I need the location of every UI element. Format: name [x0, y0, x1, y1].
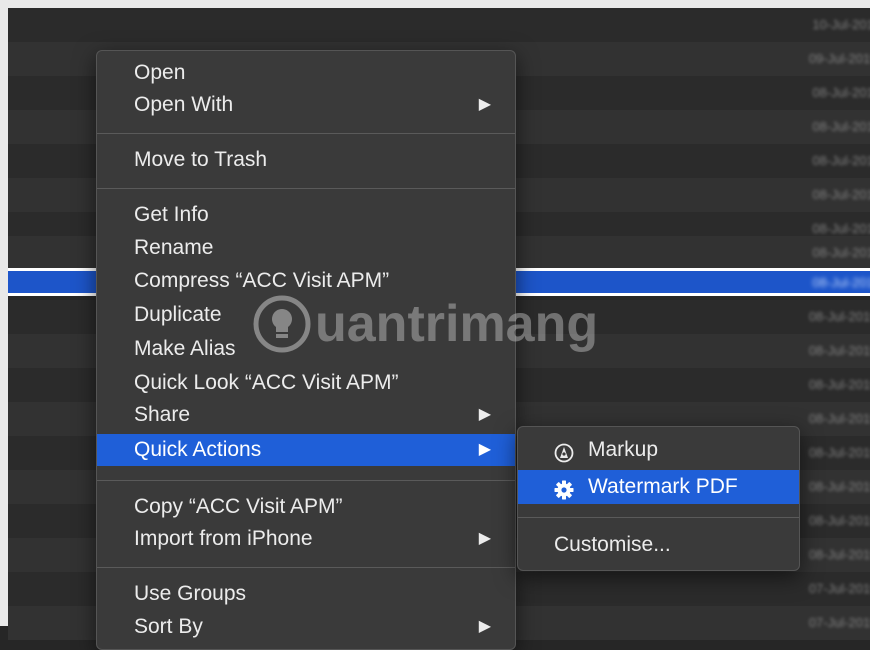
date-modified: 07-Jul-2019 at 21: [808, 581, 870, 596]
menu-item-label: Move to Trash: [134, 148, 268, 171]
submenu-item-label: Customise...: [554, 533, 671, 556]
date-modified: 07-Jul-2019 at 21: [808, 615, 870, 630]
date-modified: 08-Jul-2019 at 5:: [812, 221, 870, 236]
window-left-edge: [0, 0, 8, 626]
menu-item-label: Quick Actions: [134, 438, 262, 461]
chevron-right-icon: ▶: [478, 530, 491, 547]
menu-item-make-alias[interactable]: Make Alias: [97, 333, 515, 365]
chevron-right-icon: ▶: [478, 406, 491, 423]
menu-item-label: Make Alias: [134, 337, 236, 360]
chevron-right-icon: ▶: [478, 441, 491, 458]
menu-item-label: Quick Look “ACC Visit APM”: [134, 371, 399, 394]
date-modified: 08-Jul-2019 at 10: [808, 513, 870, 528]
submenu-item-label: Watermark PDF: [588, 475, 738, 498]
date-modified: 08-Jul-2019 at 5:: [812, 153, 870, 168]
menu-item-get-info[interactable]: Get Info: [97, 199, 515, 231]
menu-separator: [97, 188, 515, 189]
quick-actions-submenu: Markup Watermark PDF Customise...: [517, 426, 800, 571]
date-modified: 08-Jul-2019 at 12: [808, 377, 870, 392]
date-modified: 08-Jul-2019 at 12: [808, 309, 870, 324]
date-modified: 08-Jul-2019 at 7:: [812, 275, 870, 290]
menu-item-label: Import from iPhone: [134, 527, 313, 550]
date-modified: 08-Jul-2019 at 12: [808, 479, 870, 494]
file-row[interactable]: 10-Jul-2019 at 4:: [8, 8, 870, 42]
window-top-edge: [0, 0, 870, 8]
menu-item-open-with[interactable]: Open With ▶: [97, 89, 515, 121]
gear-icon: [554, 477, 574, 500]
menu-item-quick-look[interactable]: Quick Look “ACC Visit APM”: [97, 367, 515, 399]
context-menu: Open Open With ▶ Move to Trash Get Info R…: [96, 50, 516, 650]
menu-item-label: Rename: [134, 236, 214, 259]
menu-item-label: Compress “ACC Visit APM”: [134, 269, 390, 292]
date-modified: 08-Jul-2019 at 8:: [812, 119, 870, 134]
date-modified: 08-Jul-2019 at 10: [808, 547, 870, 562]
submenu-item-markup[interactable]: Markup: [518, 433, 799, 467]
date-modified: 08-Jul-2019 at 12: [808, 411, 870, 426]
menu-item-move-to-trash[interactable]: Move to Trash: [97, 144, 515, 176]
chevron-right-icon: ▶: [478, 618, 491, 635]
date-modified: 10-Jul-2019 at 4:: [812, 17, 870, 32]
submenu-item-watermark-pdf[interactable]: Watermark PDF: [518, 470, 799, 504]
menu-item-quick-actions[interactable]: Quick Actions ▶: [97, 434, 515, 466]
menu-separator: [97, 133, 515, 134]
chevron-right-icon: ▶: [478, 96, 491, 113]
menu-item-share[interactable]: Share ▶: [97, 399, 515, 431]
menu-item-compress[interactable]: Compress “ACC Visit APM”: [97, 265, 515, 297]
menu-item-rename[interactable]: Rename: [97, 232, 515, 264]
menu-separator: [518, 517, 799, 518]
menu-item-copy[interactable]: Copy “ACC Visit APM”: [97, 491, 515, 523]
submenu-item-label: Markup: [588, 438, 659, 461]
menu-item-label: Get Info: [134, 203, 209, 226]
date-modified: 08-Jul-2019 at 5:: [812, 187, 870, 202]
menu-item-duplicate[interactable]: Duplicate: [97, 299, 515, 331]
menu-item-use-groups[interactable]: Use Groups: [97, 578, 515, 610]
submenu-item-customise[interactable]: Customise...: [518, 528, 799, 562]
date-modified: 08-Jul-2019 at 12: [808, 445, 870, 460]
menu-item-label: Open: [134, 61, 186, 84]
date-modified: 08-Jul-2019 at 9:: [812, 85, 870, 100]
menu-item-sort-by[interactable]: Sort By ▶: [97, 611, 515, 643]
date-modified: 08-Jul-2019 at 12: [808, 343, 870, 358]
menu-item-label: Duplicate: [134, 303, 222, 326]
menu-item-open[interactable]: Open: [97, 57, 515, 89]
date-modified: 08-Jul-2019 at 5:: [812, 245, 870, 260]
date-modified: 09-Jul-2019 at 21: [808, 51, 870, 66]
menu-item-label: Use Groups: [134, 582, 247, 605]
menu-separator: [97, 567, 515, 568]
markup-icon: [554, 440, 574, 463]
menu-item-label: Share: [134, 403, 191, 426]
menu-item-label: Open With: [134, 93, 234, 116]
menu-item-label: Sort By: [134, 615, 203, 638]
menu-item-label: Copy “ACC Visit APM”: [134, 495, 343, 518]
menu-item-import-from-iphone[interactable]: Import from iPhone ▶: [97, 523, 515, 555]
menu-separator: [97, 480, 515, 481]
